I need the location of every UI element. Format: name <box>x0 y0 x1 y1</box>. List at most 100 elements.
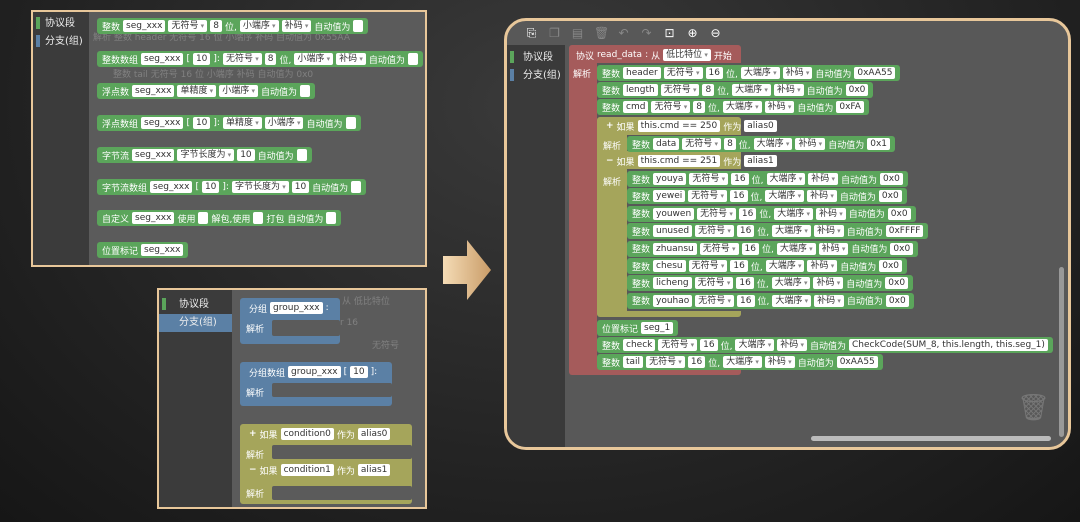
field-name[interactable]: header <box>623 67 661 79</box>
sign-dropdown[interactable]: 无符号 <box>689 173 729 185</box>
endian-dropdown[interactable]: 大端序 <box>735 339 775 351</box>
sign-dropdown[interactable]: 无符号 <box>658 339 698 351</box>
endian-dropdown[interactable]: 大端序 <box>771 277 811 290</box>
custom-block[interactable]: 自定义 seg_xxx 使用 解包,使用 打包 自动值为 <box>97 210 342 226</box>
category-segment[interactable]: 协议段 <box>159 296 232 314</box>
field-name[interactable]: youya <box>653 173 687 185</box>
code-dropdown[interactable]: 补码 <box>807 260 838 272</box>
protocol-name[interactable]: read_data <box>597 50 642 60</box>
code-dropdown[interactable]: 补码 <box>808 173 839 185</box>
copy-icon[interactable]: ❐ <box>548 27 561 40</box>
field-name[interactable]: youwen <box>653 207 695 220</box>
code-dropdown[interactable]: 补码 <box>773 84 804 96</box>
field-name[interactable]: seg_xxx <box>132 85 175 97</box>
auto-value-field[interactable]: 0x0 <box>878 190 902 203</box>
bits-field[interactable]: 16 <box>731 173 749 185</box>
position-marker-block[interactable]: 位置标记 seg_xxx <box>97 242 189 258</box>
category-segment[interactable]: 协议段 <box>33 15 89 33</box>
precision-dropdown[interactable]: 单精度 <box>222 117 262 129</box>
sign-dropdown[interactable]: 无符号 <box>695 294 735 307</box>
sign-dropdown[interactable]: 无符号 <box>699 242 739 255</box>
code-dropdown[interactable]: 补码 <box>807 190 837 203</box>
bits-field[interactable]: 8 <box>724 138 736 150</box>
integer-block-licheng[interactable]: 整数licheng无符号16位,大端序补码自动值为0x0 <box>627 275 914 292</box>
category-branch[interactable]: 分支(组) <box>159 314 232 332</box>
field-name[interactable]: seg_xxx <box>132 149 175 161</box>
expand-icon[interactable]: + <box>249 429 257 439</box>
auto-value-field[interactable]: CheckCode(SUM_8, this.length, this.seg_1… <box>849 339 1048 351</box>
bit-order-dropdown[interactable]: 低比特位 <box>663 49 711 61</box>
alias-field[interactable]: alias1 <box>744 155 777 167</box>
trash-icon[interactable]: 🗑 <box>1017 393 1050 423</box>
auto-value-field[interactable]: 0x1 <box>867 138 890 150</box>
paste-icon[interactable]: ▤ <box>571 27 584 40</box>
bits-field[interactable]: 8 <box>702 84 715 96</box>
endian-dropdown[interactable]: 大端序 <box>776 242 816 255</box>
code-dropdown[interactable]: 补码 <box>818 242 849 255</box>
auto-value-field[interactable] <box>296 149 307 161</box>
endian-dropdown[interactable]: 大端序 <box>765 190 805 203</box>
field-name[interactable]: seg_xxx <box>141 244 184 256</box>
field-name[interactable]: tail <box>623 356 644 368</box>
integer-block-youya[interactable]: 整数youya无符号16位,大端序补码自动值为0x0 <box>627 171 908 187</box>
endian-dropdown[interactable]: 小端序 <box>219 85 258 97</box>
count-field[interactable]: 10 <box>192 117 211 129</box>
length-dropdown[interactable]: 字节长度为 <box>177 149 235 161</box>
endian-dropdown[interactable]: 大端序 <box>772 294 812 307</box>
endian-dropdown[interactable]: 大端序 <box>774 207 814 220</box>
bytestream-block[interactable]: 字节流 seg_xxx 字节长度为 10 自动值为 <box>97 147 312 163</box>
condition-field[interactable]: this.cmd == 250 <box>637 120 721 132</box>
endian-dropdown[interactable]: 大端序 <box>772 225 811 238</box>
endian-dropdown[interactable]: 小端序 <box>294 53 334 65</box>
sign-dropdown[interactable]: 无符号 <box>688 260 728 272</box>
endian-dropdown[interactable]: 大端序 <box>765 260 805 272</box>
auto-value-field[interactable]: 0x0 <box>885 294 909 307</box>
category-branch[interactable]: 分支(组) <box>507 67 565 85</box>
field-name[interactable]: check <box>623 339 656 351</box>
sign-dropdown[interactable]: 无符号 <box>688 190 728 203</box>
code-dropdown[interactable]: 补码 <box>782 67 813 79</box>
integer-block-data[interactable]: 整数data无符号8位,大端序补码自动值为0x1 <box>627 136 895 152</box>
sign-dropdown[interactable]: 无符号 <box>682 138 722 150</box>
sign-dropdown[interactable]: 无符号 <box>695 225 734 238</box>
alias-field[interactable]: alias0 <box>357 428 391 440</box>
field-name[interactable]: licheng <box>653 277 692 290</box>
count-field[interactable]: 10 <box>350 366 368 378</box>
collapse-icon[interactable]: − <box>606 156 614 166</box>
endian-dropdown[interactable]: 大端序 <box>723 356 762 368</box>
float-array-block[interactable]: 浮点数组 seg_xxx [ 10 ]: 单精度 小端序 自动值为 <box>97 115 361 131</box>
unpack-field[interactable] <box>198 212 209 224</box>
bits-field[interactable]: 16 <box>687 356 706 368</box>
auto-value-field[interactable]: 0xFA <box>836 101 864 113</box>
bits-field[interactable]: 16 <box>737 294 755 307</box>
bits-field[interactable]: 16 <box>705 67 723 79</box>
group-name-field[interactable]: group_xxx <box>288 366 341 378</box>
delete-icon[interactable]: 🗑 <box>594 27 609 40</box>
field-name[interactable]: data <box>653 138 680 150</box>
integer-block-yewei[interactable]: 整数yewei无符号16位,大端序补码自动值为0x0 <box>627 188 907 205</box>
length-field[interactable]: 10 <box>237 149 255 161</box>
auto-value-field[interactable] <box>407 53 418 65</box>
field-name[interactable]: cmd <box>623 101 649 113</box>
bits-field[interactable]: 16 <box>730 260 748 272</box>
integer-block-youhao[interactable]: 整数youhao无符号16位,大端序补码自动值为0x0 <box>627 292 914 309</box>
integer-block-tail[interactable]: 整数tail无符号16位,大端序补码自动值为0xAA55 <box>597 354 883 370</box>
code-dropdown[interactable]: 补码 <box>813 277 844 290</box>
auto-value-field[interactable]: 0x0 <box>885 277 909 290</box>
field-name[interactable]: seg_1 <box>641 322 674 334</box>
undo-icon[interactable]: ↶ <box>617 27 630 40</box>
auto-value-field[interactable]: 0x0 <box>845 84 869 96</box>
category-branch[interactable]: 分支(组) <box>33 33 89 51</box>
field-name[interactable]: seg_xxx <box>141 53 184 65</box>
auto-value-field[interactable]: 0xAA55 <box>836 356 878 368</box>
bits-field[interactable]: 16 <box>741 242 759 255</box>
auto-value-field[interactable]: 0x0 <box>879 260 903 272</box>
code-icon[interactable]: ⎘ <box>525 27 538 40</box>
sign-dropdown[interactable]: 无符号 <box>694 277 734 290</box>
code-dropdown[interactable]: 补码 <box>336 53 366 65</box>
integer-block-unused[interactable]: 整数unused无符号16位,大端序补码自动值为0xFFFF <box>627 223 929 240</box>
bits-field[interactable]: 16 <box>736 277 754 290</box>
count-field[interactable]: 10 <box>192 53 211 65</box>
auto-value-field[interactable]: 0xAA55 <box>854 67 896 79</box>
code-dropdown[interactable]: 补码 <box>281 20 312 32</box>
